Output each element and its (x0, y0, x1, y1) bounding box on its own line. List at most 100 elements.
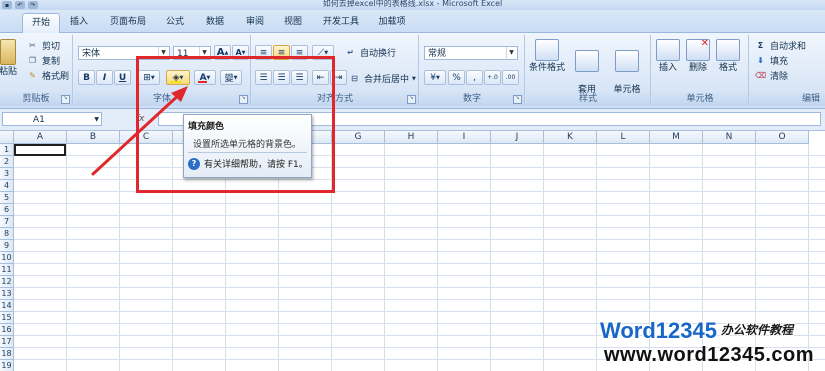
merge-center-button[interactable]: ⊟ 合并后居中 ▼ (348, 72, 416, 85)
watermark-brand-cn: 办公软件教程 (720, 323, 793, 337)
merge-cells-icon: ⊟ (351, 74, 358, 83)
tab-page-layout[interactable]: 页面布局 (103, 13, 153, 31)
decrease-decimal-button[interactable]: .00 (502, 70, 519, 85)
group-cells: 插入 ✕ 删除 格式 单元格 (652, 35, 749, 106)
alignment-launcher-icon[interactable]: ↘ (407, 95, 416, 104)
row-header[interactable]: 4 (0, 180, 14, 192)
column-header[interactable]: K (544, 131, 597, 144)
number-format-select[interactable]: 常规 ▼ (424, 46, 518, 60)
active-cell[interactable] (14, 144, 66, 156)
sigma-icon: Σ (757, 41, 764, 50)
increase-decimal-label: +.0 (487, 74, 498, 81)
comma-label: , (473, 72, 476, 83)
tab-data[interactable]: 数据 (198, 13, 232, 31)
insert-cells-label: 插入 (658, 63, 677, 73)
accounting-format-button[interactable]: ¥ ▼ (424, 70, 446, 85)
tab-insert[interactable]: 插入 (62, 13, 96, 31)
format-cells-label: 格式 (718, 63, 737, 73)
italic-label: I (102, 72, 107, 83)
row-header[interactable]: 3 (0, 168, 14, 180)
row-header[interactable]: 16 (0, 324, 14, 336)
column-header[interactable]: L (597, 131, 650, 144)
clear-button[interactable]: ⌫ 清除 (754, 69, 788, 82)
row-header[interactable]: 17 (0, 336, 14, 348)
format-painter-button[interactable]: ✎ 格式刷 (26, 69, 69, 82)
fill-label: 填充 (770, 57, 789, 67)
group-styles: 条件格式 套用 表格格式 单元格 样式 样式 (526, 35, 651, 106)
wrap-text-icon: ↵ (347, 48, 354, 57)
underline-button[interactable]: U (114, 70, 131, 85)
tab-developer[interactable]: 开发工具 (316, 13, 366, 31)
select-all-corner[interactable] (0, 131, 14, 144)
row-header[interactable]: 14 (0, 300, 14, 312)
styles-group-label: 样式 (526, 93, 650, 106)
wrap-text-button[interactable]: ↵ 自动换行 (344, 46, 396, 59)
group-editing: Σ 自动求和 ⬇ 填充 ⌫ 清除 编辑 (750, 35, 825, 106)
clipboard-launcher-icon[interactable]: ↘ (61, 95, 70, 104)
bold-button[interactable]: B (78, 70, 95, 85)
fill-button[interactable]: ⬇ 填充 (754, 54, 788, 67)
insert-cells-icon (656, 39, 680, 61)
tab-add-ins[interactable]: 加载项 (372, 13, 412, 31)
copy-button[interactable]: ❐ 复制 (26, 54, 60, 67)
group-number: 常规 ▼ ¥ ▼ % , +.0 .00 数字 ↘ (420, 35, 525, 106)
autosum-button[interactable]: Σ 自动求和 (754, 39, 806, 52)
row-header[interactable]: 18 (0, 348, 14, 360)
cut-label: 剪切 (42, 42, 61, 52)
group-clipboard: 粘贴 ✂ 剪切 ❐ 复制 ✎ 格式刷 剪贴板 ↘ (0, 35, 73, 106)
column-header[interactable]: G (332, 131, 385, 144)
row-header[interactable]: 1 (0, 144, 14, 156)
autosum-label: 自动求和 (770, 42, 807, 52)
table-format-icon (575, 50, 599, 72)
row-header[interactable]: 10 (0, 252, 14, 264)
column-header[interactable]: M (650, 131, 703, 144)
watermark-brand-text: Word12345 (600, 318, 717, 343)
conditional-format-icon (535, 39, 559, 61)
row-header[interactable]: 15 (0, 312, 14, 324)
percent-button[interactable]: % (448, 70, 465, 85)
tab-formulas[interactable]: 公式 (158, 13, 192, 31)
row-header[interactable]: 12 (0, 276, 14, 288)
chevron-down-icon: ▼ (412, 75, 416, 82)
format-cells-button[interactable]: 格式 (709, 39, 747, 74)
column-header[interactable]: J (491, 131, 544, 144)
conditional-format-button[interactable]: 条件格式 (528, 39, 566, 74)
increase-decimal-button[interactable]: +.0 (484, 70, 501, 85)
number-group-label: 数字 (420, 93, 524, 106)
copy-label: 复制 (42, 57, 61, 67)
row-header[interactable]: 2 (0, 156, 14, 168)
name-box[interactable]: A1 ▼ (2, 112, 102, 126)
row-header[interactable]: 7 (0, 216, 14, 228)
row-header[interactable]: 8 (0, 228, 14, 240)
row-header[interactable]: 9 (0, 240, 14, 252)
column-header[interactable]: O (756, 131, 809, 144)
row-header[interactable]: 5 (0, 192, 14, 204)
scissors-icon: ✂ (29, 41, 36, 50)
row-header[interactable]: 6 (0, 204, 14, 216)
column-header[interactable]: N (703, 131, 756, 144)
format-cells-icon (716, 39, 740, 61)
row-header[interactable]: 11 (0, 264, 14, 276)
formula-bar: A1 ▼ fx (0, 109, 825, 131)
column-header[interactable]: I (438, 131, 491, 144)
row-header[interactable]: 13 (0, 288, 14, 300)
conditional-format-label: 条件格式 (528, 63, 565, 73)
paste-button[interactable]: 粘贴 (0, 39, 22, 78)
tab-home[interactable]: 开始 (22, 13, 60, 33)
bold-label: B (83, 72, 90, 83)
ribbon-tabs: 开始 插入 页面布局 公式 数据 审阅 视图 开发工具 加载项 (0, 10, 825, 33)
row-header[interactable]: 19 (0, 360, 14, 371)
number-launcher-icon[interactable]: ↘ (513, 95, 522, 104)
watermark-brand: Word12345 办公软件教程 (600, 318, 793, 344)
comma-button[interactable]: , (466, 70, 483, 85)
column-header[interactable]: A (14, 131, 67, 144)
column-header[interactable]: H (385, 131, 438, 144)
decrease-decimal-label: .00 (505, 74, 516, 81)
cut-button[interactable]: ✂ 剪切 (26, 39, 60, 52)
tab-view[interactable]: 视图 (276, 13, 310, 31)
column-header[interactable]: B (67, 131, 120, 144)
tab-review[interactable]: 审阅 (238, 13, 272, 31)
underline-label: U (118, 72, 127, 83)
cell-styles-icon (615, 50, 639, 72)
italic-button[interactable]: I (96, 70, 113, 85)
